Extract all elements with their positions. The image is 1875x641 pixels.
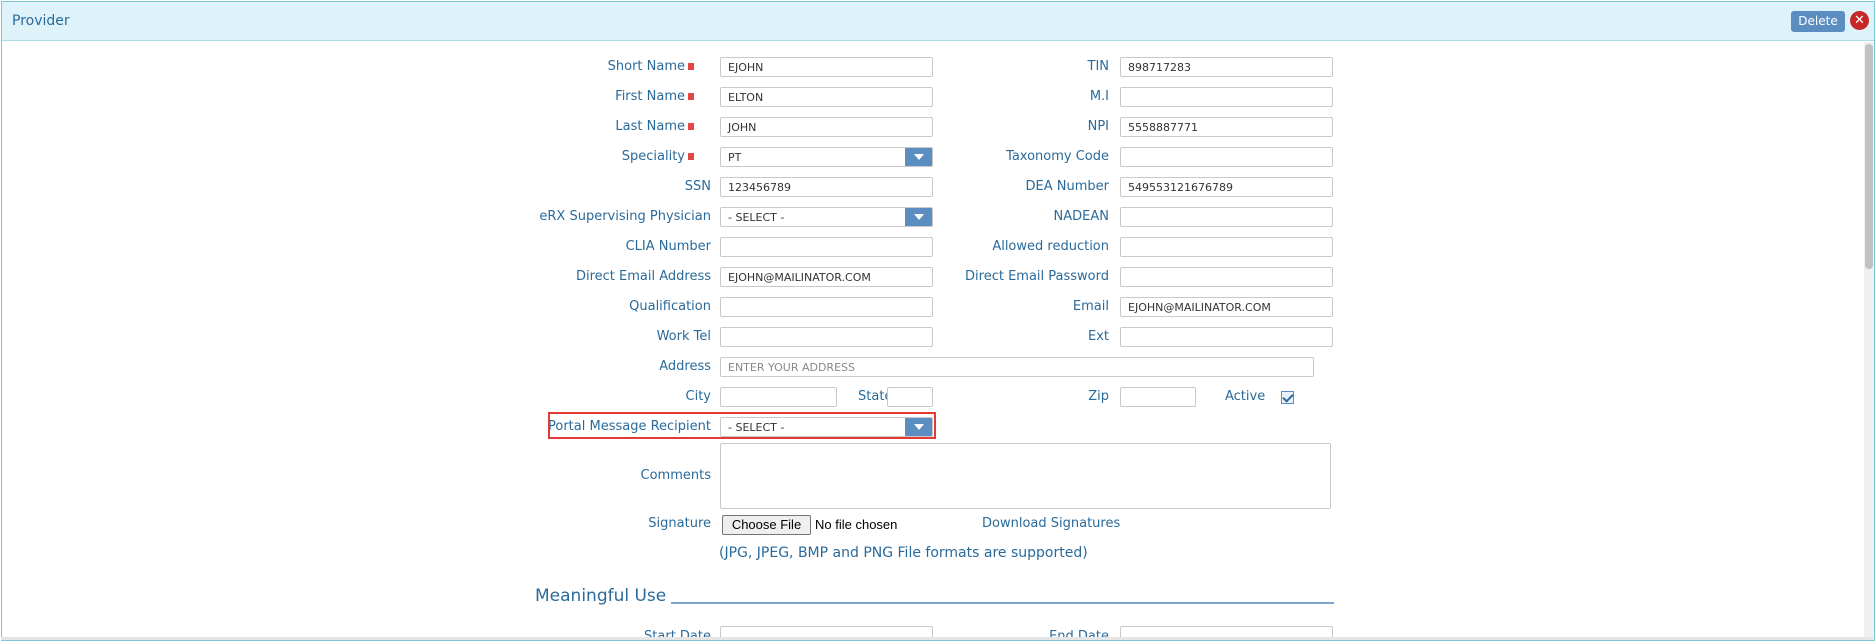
vertical-scrollbar[interactable] <box>1864 42 1874 640</box>
close-icon[interactable]: ✕ <box>1850 11 1869 30</box>
address-label: Address <box>659 359 711 374</box>
background-strip <box>1 637 1873 640</box>
allowed-reduction-input[interactable] <box>1120 237 1333 257</box>
mi-input[interactable] <box>1120 87 1333 107</box>
required-marker <box>688 93 694 100</box>
allowed-reduction-label: Allowed reduction <box>992 239 1109 254</box>
zip-input[interactable] <box>1120 387 1196 407</box>
city-input[interactable] <box>720 387 837 407</box>
choose-file-button[interactable]: Choose File <box>722 515 811 535</box>
dea-number-label: DEA Number <box>1025 179 1109 194</box>
short-name-label: Short Name <box>608 59 694 74</box>
direct-email-password-label: Direct Email Password <box>965 269 1109 284</box>
first-name-input[interactable]: ELTON <box>720 87 933 107</box>
qualification-input[interactable] <box>720 297 933 317</box>
signature-label: Signature <box>648 516 711 531</box>
dialog-titlebar: Provider Delete ✕ <box>2 2 1874 41</box>
state-input[interactable] <box>887 387 933 407</box>
erx-supervising-physician-select[interactable]: - SELECT - <box>720 207 933 227</box>
npi-input[interactable]: 5558887771 <box>1120 117 1333 137</box>
nadean-input[interactable] <box>1120 207 1333 227</box>
portal-message-recipient-highlight <box>548 412 936 439</box>
work-tel-input[interactable] <box>720 327 933 347</box>
ssn-label: SSN <box>684 179 711 194</box>
no-file-chosen-text: No file chosen <box>815 517 898 532</box>
work-tel-label: Work Tel <box>656 329 711 344</box>
provider-dialog: Provider Delete ✕ Short Name First Name … <box>1 1 1875 641</box>
taxonomy-code-label: Taxonomy Code <box>1006 149 1109 164</box>
first-name-label: First Name <box>615 89 694 104</box>
delete-button[interactable]: Delete <box>1791 11 1845 32</box>
npi-label: NPI <box>1087 119 1109 134</box>
dialog-title: Provider <box>12 13 70 29</box>
required-marker <box>688 123 694 130</box>
speciality-label: Speciality <box>622 149 694 164</box>
active-checkbox[interactable] <box>1281 391 1294 404</box>
dea-number-input[interactable]: 549553121676789 <box>1120 177 1333 197</box>
erx-supervising-physician-label: eRX Supervising Physician <box>539 209 711 224</box>
email-input[interactable]: EJOHN@MAILINATOR.COM <box>1120 297 1333 317</box>
signature-formats-note: (JPG, JPEG, BMP and PNG File formats are… <box>719 545 1088 561</box>
last-name-label: Last Name <box>615 119 694 134</box>
comments-textarea[interactable] <box>720 443 1331 509</box>
erx-supervising-physician-value: - SELECT - <box>728 211 785 224</box>
tin-input[interactable]: 898717283 <box>1120 57 1333 77</box>
speciality-select[interactable]: PT <box>720 147 933 167</box>
clia-number-label: CLIA Number <box>625 239 711 254</box>
required-marker <box>688 63 694 70</box>
required-marker <box>688 153 694 160</box>
speciality-value: PT <box>728 151 742 164</box>
chevron-down-icon[interactable] <box>905 148 932 166</box>
taxonomy-code-input[interactable] <box>1120 147 1333 167</box>
download-signatures-link[interactable]: Download Signatures <box>982 516 1120 531</box>
mi-label: M.I <box>1089 89 1109 104</box>
ssn-input[interactable]: 123456789 <box>720 177 933 197</box>
direct-email-password-input[interactable] <box>1120 267 1333 287</box>
last-name-input[interactable]: JOHN <box>720 117 933 137</box>
scrollbar-thumb[interactable] <box>1865 44 1873 269</box>
zip-label: Zip <box>1088 389 1109 404</box>
tin-label: TIN <box>1087 59 1110 74</box>
comments-label: Comments <box>640 468 711 483</box>
chevron-down-icon[interactable] <box>905 208 932 226</box>
address-input[interactable]: ENTER YOUR ADDRESS <box>720 357 1314 377</box>
ext-label: Ext <box>1087 329 1109 344</box>
direct-email-address-label: Direct Email Address <box>575 269 711 284</box>
qualification-label: Qualification <box>629 299 711 314</box>
section-divider <box>671 602 1334 604</box>
active-label: Active <box>1225 389 1266 404</box>
email-label: Email <box>1072 299 1109 314</box>
direct-email-address-input[interactable]: EJOHN@MAILINATOR.COM <box>720 267 933 287</box>
city-label: City <box>685 389 711 404</box>
meaningful-use-heading: Meaningful Use <box>535 586 667 606</box>
nadean-label: NADEAN <box>1053 209 1109 224</box>
clia-number-input[interactable] <box>720 237 933 257</box>
ext-input[interactable] <box>1120 327 1333 347</box>
short-name-input[interactable]: EJOHN <box>720 57 933 77</box>
